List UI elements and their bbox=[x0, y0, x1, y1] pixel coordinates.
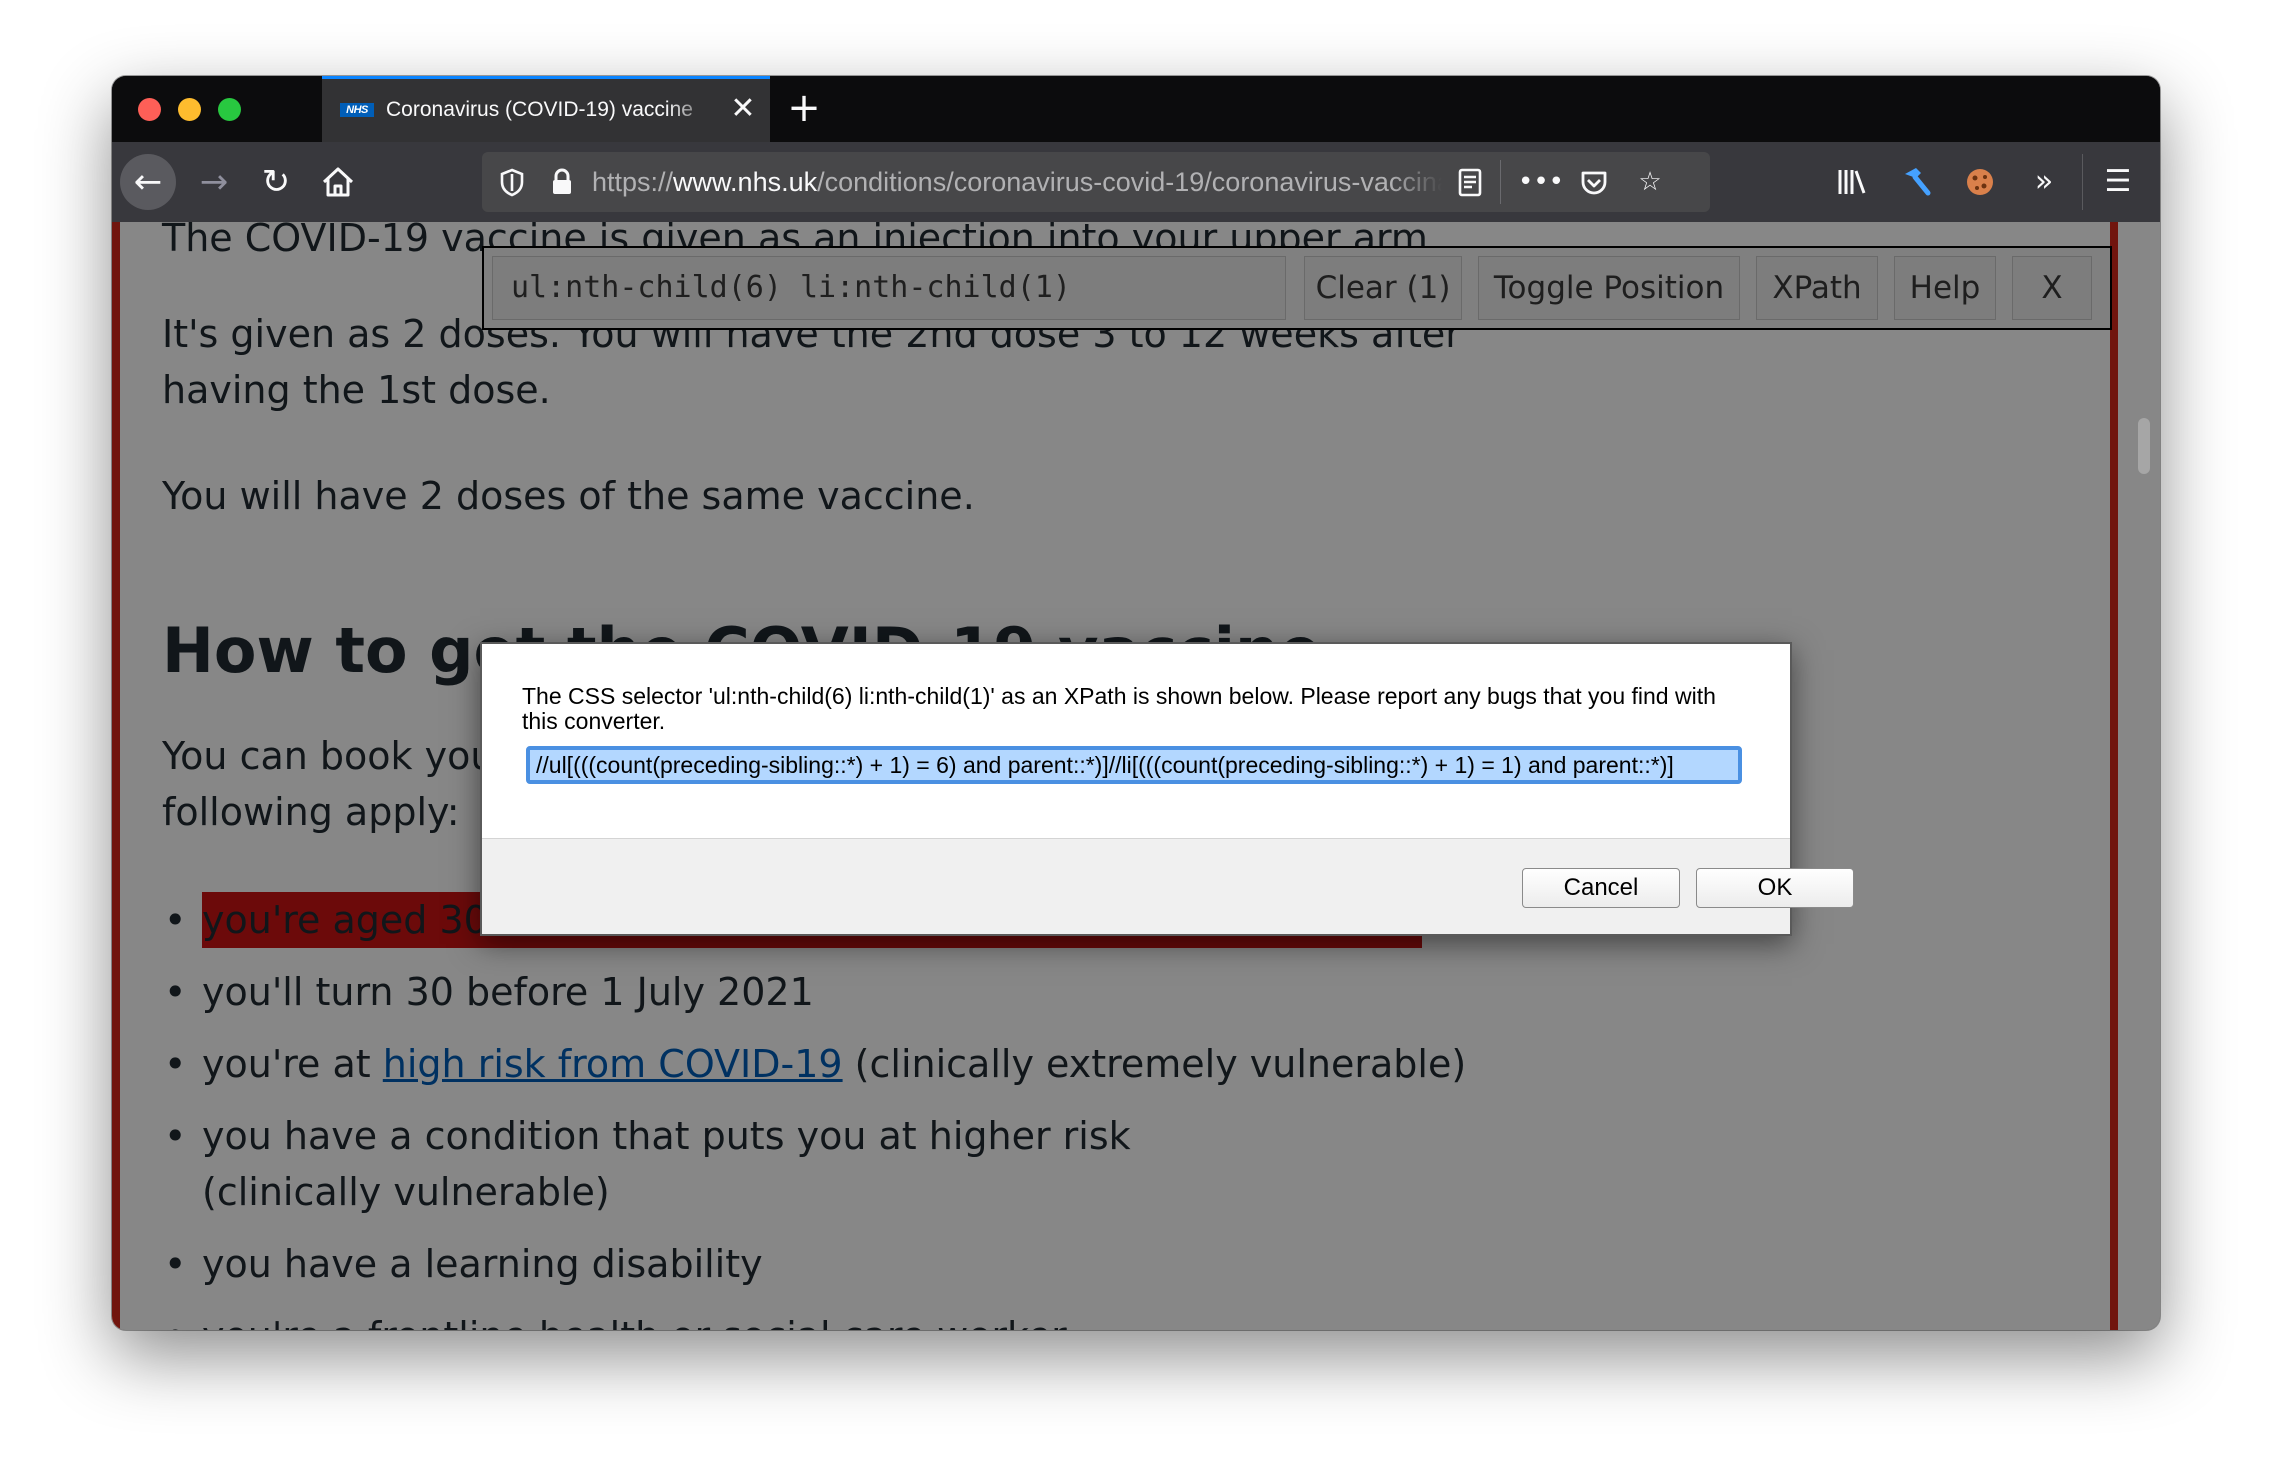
selector-gadget-extension-icon[interactable] bbox=[1890, 156, 1942, 208]
navigation-toolbar: ← → ↻ https://www.nhs.uk/conditions/coro… bbox=[112, 142, 2160, 222]
selector-gadget-toolbar: ul:nth-child(6) li:nth-child(1) Clear (1… bbox=[482, 246, 2112, 330]
xpath-prompt-dialog: The CSS selector 'ul:nth-child(6) li:nth… bbox=[480, 642, 1854, 936]
home-icon bbox=[322, 167, 354, 197]
forward-button[interactable]: → bbox=[186, 154, 242, 210]
forward-arrow-icon: → bbox=[199, 162, 229, 202]
bookmark-star-icon[interactable]: ☆ bbox=[1630, 162, 1670, 202]
address-bar[interactable]: https://www.nhs.uk/conditions/coronaviru… bbox=[482, 152, 1710, 212]
url-host: www.nhs.uk bbox=[673, 167, 818, 197]
xpath-input[interactable]: //ul[(((count(preceding-sibling::*) + 1)… bbox=[526, 746, 1742, 784]
reload-button[interactable]: ↻ bbox=[248, 154, 304, 210]
address-bar-divider bbox=[1500, 160, 1501, 204]
new-tab-button[interactable]: + bbox=[782, 86, 826, 130]
hamburger-menu-icon[interactable]: ☰ bbox=[2092, 156, 2144, 208]
tab-nhs-covid-vaccine[interactable]: NHS Coronavirus (COVID-19) vaccine ✕ bbox=[322, 76, 770, 142]
cancel-button[interactable]: Cancel bbox=[1522, 868, 1680, 908]
ok-button[interactable]: OK bbox=[1696, 868, 1854, 908]
more-actions-icon[interactable]: ••• bbox=[1518, 162, 1564, 202]
url-scheme: https:// bbox=[592, 167, 674, 197]
back-button[interactable]: ← bbox=[120, 154, 176, 210]
web-content: The COVID-19 vaccine is given as an inje… bbox=[112, 222, 2160, 1330]
reload-icon: ↻ bbox=[261, 162, 291, 202]
home-button[interactable] bbox=[310, 154, 366, 210]
css-selector-field[interactable]: ul:nth-child(6) li:nth-child(1) bbox=[492, 256, 1286, 320]
window-zoom-button[interactable] bbox=[218, 98, 241, 121]
toolbar-divider bbox=[2082, 154, 2083, 210]
dialog-body: The CSS selector 'ul:nth-child(6) li:nth… bbox=[482, 644, 1790, 839]
close-selector-gadget-button[interactable]: X bbox=[2012, 256, 2092, 320]
browser-window: NHS Coronavirus (COVID-19) vaccine ✕ + ←… bbox=[112, 76, 2160, 1330]
xpath-button[interactable]: XPath bbox=[1756, 256, 1878, 320]
url-text[interactable]: https://www.nhs.uk/conditions/coronaviru… bbox=[592, 166, 1442, 198]
overflow-chevron-icon[interactable]: » bbox=[2018, 156, 2070, 208]
tab-strip: NHS Coronavirus (COVID-19) vaccine ✕ + bbox=[112, 76, 2160, 142]
reader-view-icon[interactable] bbox=[1450, 162, 1490, 202]
tracking-protection-shield-icon[interactable] bbox=[492, 162, 532, 202]
tab-title: Coronavirus (COVID-19) vaccine bbox=[386, 98, 693, 121]
window-minimize-button[interactable] bbox=[178, 98, 201, 121]
nhs-favicon-icon: NHS bbox=[340, 103, 374, 117]
pocket-icon[interactable] bbox=[1574, 162, 1614, 202]
lock-icon[interactable] bbox=[542, 162, 582, 202]
help-button[interactable]: Help bbox=[1894, 256, 1996, 320]
toggle-position-button[interactable]: Toggle Position bbox=[1478, 256, 1740, 320]
back-arrow-icon: ← bbox=[133, 162, 163, 202]
cookie-extension-icon[interactable] bbox=[1954, 156, 2006, 208]
page-scrollbar-thumb[interactable] bbox=[2138, 418, 2150, 474]
clear-button[interactable]: Clear (1) bbox=[1304, 256, 1462, 320]
window-close-button[interactable] bbox=[138, 98, 161, 121]
library-icon[interactable] bbox=[1826, 156, 1878, 208]
url-path: /conditions/coronavirus-covid-19/coronav… bbox=[817, 167, 1442, 197]
tab-close-icon[interactable]: ✕ bbox=[727, 93, 759, 125]
dialog-message: The CSS selector 'ul:nth-child(6) li:nth… bbox=[522, 683, 1716, 734]
